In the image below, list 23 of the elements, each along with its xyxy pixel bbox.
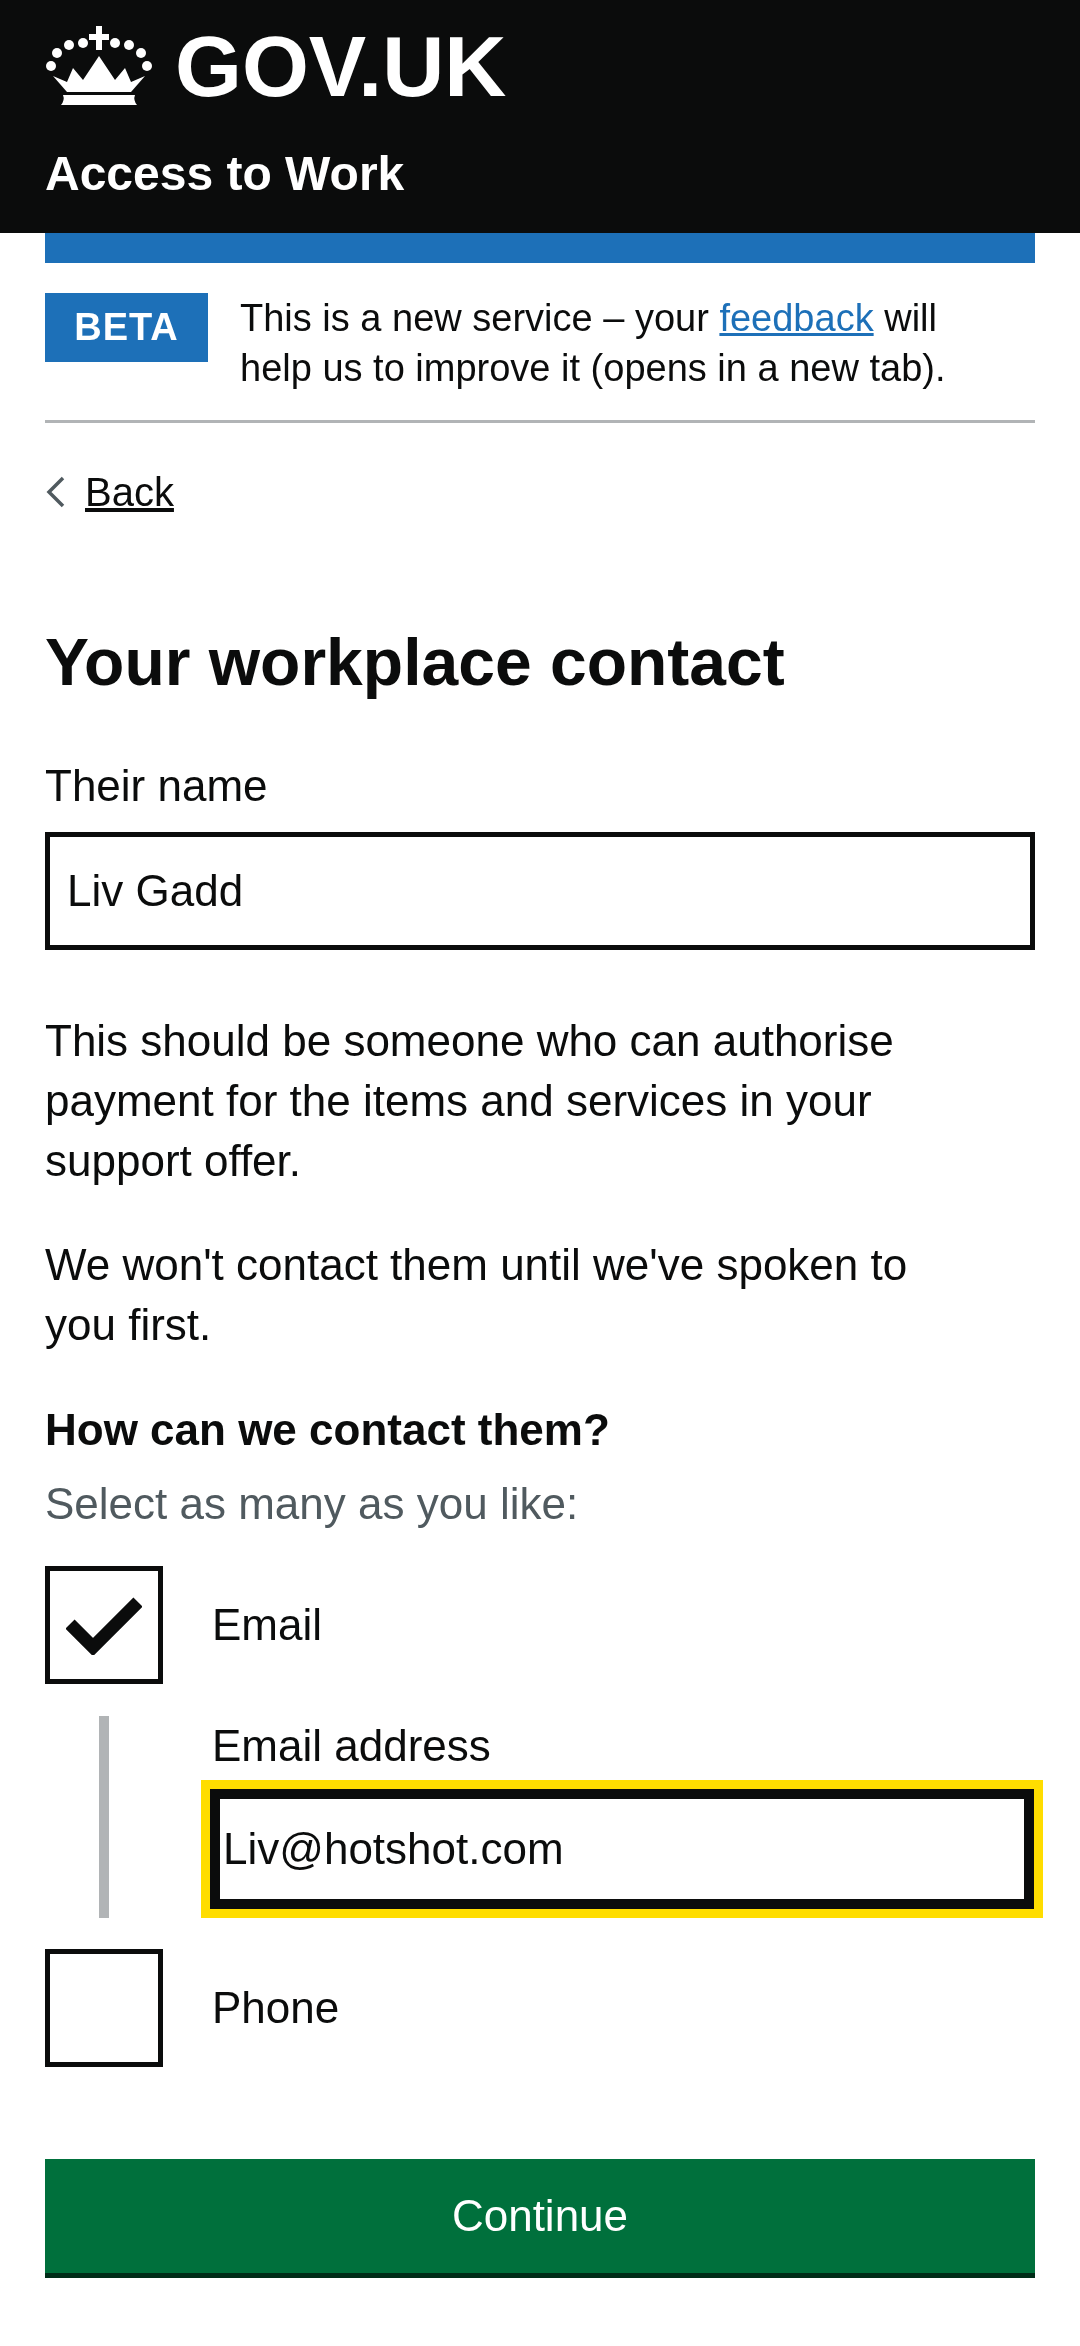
name-input[interactable]: Liv Gadd	[45, 832, 1035, 950]
page-heading: Your workplace contact	[45, 624, 786, 701]
checkbox-label[interactable]: Email	[212, 1595, 323, 1655]
body-paragraph: This should be someone who can authorise payment for the items and services in your support offer.	[45, 1015, 895, 1187]
checkbox[interactable]	[45, 1566, 163, 1684]
body-paragraph: We won't contact them until we've spoken to you first.	[45, 1239, 909, 1351]
feedback-link[interactable]: feedback	[719, 297, 874, 339]
home-link[interactable]: GOV.UK	[45, 16, 507, 116]
checkbox-label[interactable]: Phone	[212, 1978, 340, 2038]
checkmark-icon	[66, 1595, 142, 1655]
email-input[interactable]: Liv@hotshot.com	[201, 1780, 1043, 1918]
crown-icon	[45, 26, 153, 106]
back-link[interactable]: Back	[45, 467, 174, 517]
continue-button[interactable]: Continue	[45, 2159, 1035, 2278]
checkbox[interactable]	[45, 1949, 163, 2067]
beta-tag: BETA	[45, 293, 208, 362]
field-label: Their name	[45, 760, 269, 812]
service-name[interactable]: Access to Work	[45, 144, 405, 204]
field-label: Email address	[212, 1720, 492, 1772]
hint-text: Select as many as you like:	[45, 1478, 580, 1530]
chevron-left-icon	[45, 476, 65, 508]
beta-message: This is a new service – your feedback will help us to improve it (opens in a new tab).	[240, 296, 947, 391]
question-legend: How can we contact them?	[45, 1400, 1035, 1460]
